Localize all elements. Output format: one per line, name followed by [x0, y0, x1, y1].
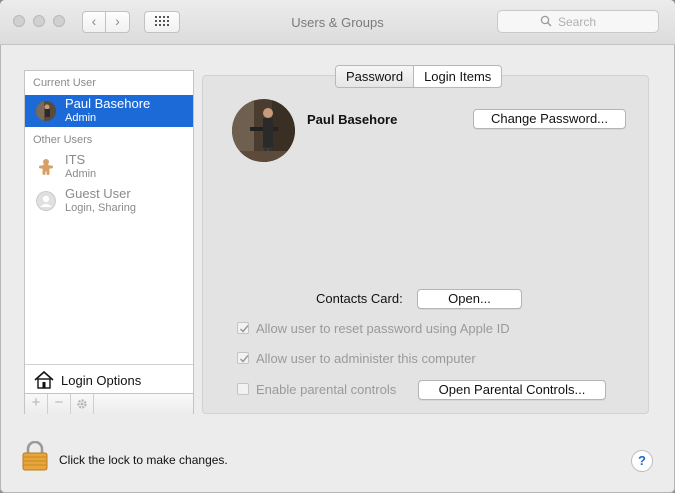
users-groups-window: ‹ › Users & Groups Search Current User P…	[0, 0, 675, 493]
tab-login-items[interactable]: Login Items	[414, 66, 501, 87]
user-role: Login, Sharing	[65, 202, 136, 214]
user-role: Admin	[65, 168, 97, 180]
gingerbread-icon	[36, 157, 56, 177]
add-user-button[interactable]: +	[25, 394, 48, 414]
user-role: Admin	[65, 112, 97, 124]
help-button[interactable]: ?	[631, 450, 653, 472]
reset-password-checkbox[interactable]	[237, 322, 249, 334]
checkmark-icon	[239, 355, 249, 363]
login-options-label: Login Options	[61, 373, 142, 388]
parental-controls-label: Enable parental controls	[256, 382, 397, 397]
action-gear-button[interactable]	[71, 394, 94, 414]
user-row-paul-basehore[interactable]: Paul Basehore Admin	[25, 95, 193, 127]
user-name: ITS	[65, 152, 86, 167]
change-password-button[interactable]: Change Password...	[473, 109, 626, 129]
tab-password[interactable]: Password	[336, 66, 415, 87]
remove-user-button[interactable]: −	[48, 394, 71, 414]
user-picture[interactable]	[232, 99, 295, 162]
login-options-item[interactable]: Login Options	[25, 364, 193, 395]
current-user-heading: Current User	[33, 77, 96, 89]
lock-button[interactable]	[22, 440, 48, 476]
user-full-name: Paul Basehore	[307, 112, 398, 127]
lock-message: Click the lock to make changes.	[59, 453, 228, 467]
title-bar: ‹ › Users & Groups Search	[0, 0, 675, 45]
other-users-heading: Other Users	[33, 134, 93, 146]
tab-bar: Password Login Items	[335, 65, 503, 88]
user-avatar	[36, 101, 56, 121]
sidebar-toolbar: + −	[25, 393, 193, 414]
user-name: Guest User	[65, 186, 131, 201]
lock-icon	[22, 440, 48, 471]
administer-checkbox[interactable]	[237, 352, 249, 364]
administer-label: Allow user to administer this computer	[256, 351, 476, 366]
contacts-card-label: Contacts Card:	[316, 291, 403, 306]
reset-password-label: Allow user to reset password using Apple…	[256, 321, 510, 336]
user-name: Paul Basehore	[65, 96, 151, 111]
search-placeholder: Search	[558, 15, 597, 29]
user-list-sidebar: Current User Paul Basehore Admin Other U…	[24, 70, 194, 414]
user-row-guest[interactable]: Guest User Login, Sharing	[25, 185, 193, 217]
open-contacts-card-button[interactable]: Open...	[417, 289, 522, 309]
gear-icon	[77, 399, 87, 409]
search-icon	[540, 15, 552, 27]
house-icon	[34, 371, 54, 389]
open-parental-controls-button[interactable]: Open Parental Controls...	[418, 380, 606, 400]
checkmark-icon	[239, 325, 249, 333]
guest-user-icon	[36, 191, 56, 211]
parental-controls-checkbox[interactable]	[237, 383, 249, 395]
user-row-its[interactable]: ITS Admin	[25, 151, 193, 183]
search-field[interactable]: Search	[497, 10, 659, 33]
